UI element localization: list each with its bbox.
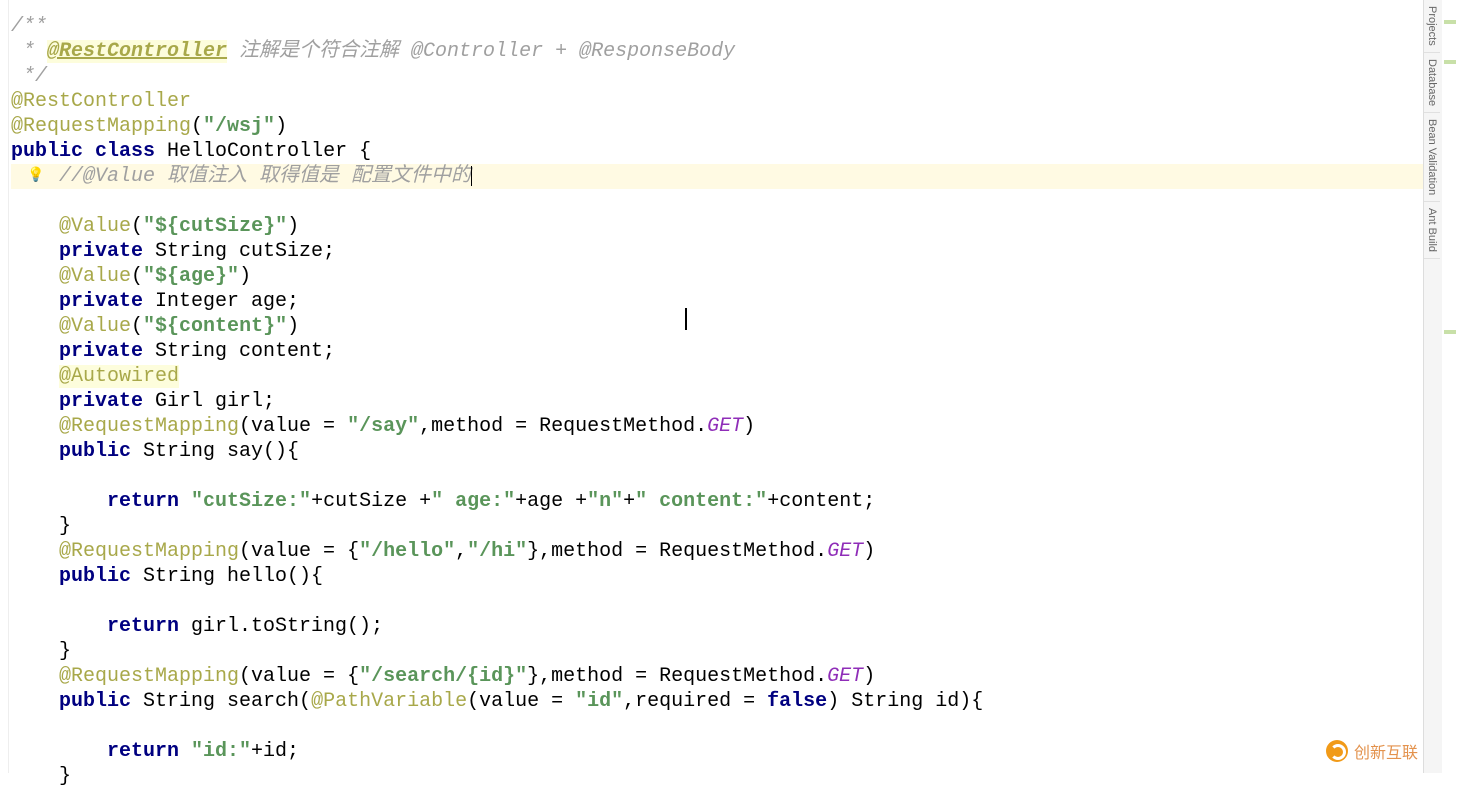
- keyword: public: [11, 140, 83, 163]
- annotation: @RestController: [11, 90, 191, 113]
- secondary-caret-icon: [685, 308, 687, 330]
- doc-comment: * @RestController 注解是个符合注解 @Controller +…: [11, 40, 735, 63]
- keyword: return: [107, 490, 179, 513]
- code-block[interactable]: /** * @RestController 注解是个符合注解 @Controll…: [11, 14, 1458, 789]
- scrollbar-marker[interactable]: [1444, 60, 1456, 64]
- annotation: @Value: [59, 265, 131, 288]
- doc-comment-start: /**: [11, 15, 47, 38]
- keyword: private: [59, 240, 143, 263]
- scrollbar-marker[interactable]: [1444, 20, 1456, 24]
- editor-pane: /** * @RestController 注解是个符合注解 @Controll…: [0, 0, 1458, 773]
- watermark-logo-icon: [1326, 740, 1348, 762]
- annotation: @RequestMapping: [59, 665, 239, 688]
- tab-projects[interactable]: Projects: [1424, 0, 1440, 53]
- tab-ant-build[interactable]: Ant Build: [1424, 202, 1440, 259]
- line-comment: //@Value 取值注入 取得值是 配置文件中的: [59, 165, 471, 188]
- doc-comment-end: */: [11, 65, 47, 88]
- annotation: @RequestMapping: [59, 415, 239, 438]
- annotation-autowired: @Autowired: [59, 365, 179, 388]
- annotation: @Value: [59, 315, 131, 338]
- tab-database[interactable]: Database: [1424, 53, 1440, 113]
- tab-bean-validation[interactable]: Bean Validation: [1424, 113, 1440, 202]
- annotation: @Value: [59, 215, 131, 238]
- annotation: @RequestMapping: [11, 115, 191, 138]
- text-cursor: [471, 166, 472, 186]
- right-tool-tabs: Projects Database Bean Validation Ant Bu…: [1423, 0, 1442, 773]
- code-area[interactable]: /** * @RestController 注解是个符合注解 @Controll…: [9, 0, 1458, 773]
- scrollbar-marker[interactable]: [1444, 330, 1456, 334]
- watermark-text: 创新互联: [1354, 739, 1418, 763]
- intention-bulb-icon[interactable]: 💡: [27, 164, 44, 189]
- gutter: [0, 0, 9, 773]
- watermark: 创新互联: [1326, 739, 1418, 763]
- scrollbar-track[interactable]: [1441, 0, 1458, 773]
- annotation: @RequestMapping: [59, 540, 239, 563]
